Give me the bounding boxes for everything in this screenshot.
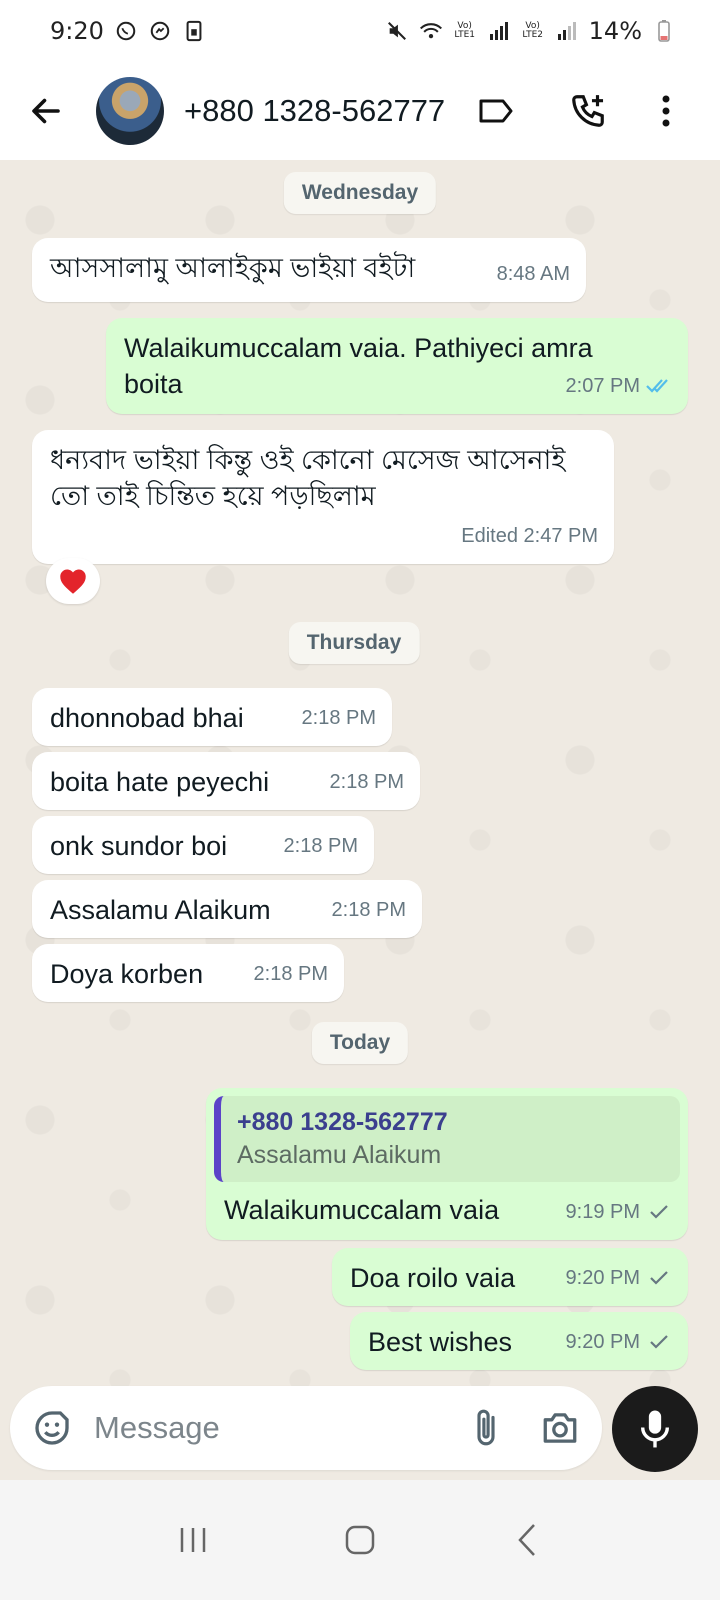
quoted-sender: +880 1328-562777 [237, 1108, 448, 1136]
battery-percent: 14% [588, 17, 642, 45]
messenger-icon [148, 19, 172, 43]
message-time: Edited 2:47 PM [461, 525, 598, 547]
status-time: 9:20 [50, 17, 104, 45]
avatar[interactable] [96, 77, 164, 145]
read-receipt-icon [646, 379, 668, 393]
emoji-sticker-icon [35, 1411, 69, 1445]
whatsapp-icon [114, 19, 138, 43]
message-reaction[interactable] [46, 558, 100, 604]
message-input[interactable] [94, 1410, 460, 1446]
message-text: ধন্যবাদ ভাইয়া কিন্তু ওই কোনো মেসেজ আসেন… [50, 445, 566, 511]
heart-icon [60, 569, 86, 594]
sent-tick-icon [650, 1335, 668, 1349]
incoming-message[interactable]: ধন্যবাদ ভাইয়া কিন্তু ওই কোনো মেসেজ আসেন… [32, 430, 614, 564]
mic-icon [641, 1410, 669, 1448]
incoming-message[interactable]: আসসালামু আলাইকুম ভাইয়া বইটা 8:48 AM [32, 238, 586, 302]
sent-tick-icon [650, 1205, 668, 1219]
day-separator-today: Today [311, 1022, 409, 1064]
chat-area[interactable]: Wednesday আসসালামু আলাইকুম ভাইয়া বইটা 8… [0, 160, 720, 1410]
attach-button[interactable] [460, 1402, 512, 1454]
signal-icon [487, 19, 511, 43]
lte1-label: Vo) LTE1 [454, 21, 475, 40]
message-time: 2:18 PM [331, 899, 406, 921]
contact-name[interactable]: +880 1328-562777 [184, 93, 445, 129]
recent-apps-icon [181, 1528, 206, 1552]
message-time: 2:18 PM [253, 963, 328, 985]
outgoing-message[interactable]: Best wishes 9:20 PM [350, 1312, 688, 1370]
back-button[interactable] [14, 79, 78, 143]
more-options-icon [662, 95, 670, 127]
outgoing-message[interactable]: Doa roilo vaia 9:20 PM [332, 1248, 688, 1306]
signal-icon [555, 19, 579, 43]
home-icon [345, 1525, 375, 1555]
message-time: 9:19 PM [566, 1194, 672, 1230]
more-options-button[interactable] [634, 79, 698, 143]
message-time: 9:20 PM [566, 1260, 672, 1296]
quoted-message[interactable]: +880 1328-562777 Assalamu Alaikum [214, 1096, 680, 1182]
outgoing-message[interactable]: +880 1328-562777 Assalamu Alaikum Walaik… [206, 1088, 688, 1240]
lte2-label: Vo) LTE2 [522, 21, 543, 40]
day-separator-wednesday: Wednesday [283, 172, 437, 214]
nav-back-button[interactable] [487, 1500, 567, 1580]
battery-icon [652, 19, 676, 43]
message-time: 2:18 PM [329, 771, 404, 793]
add-call-button[interactable] [556, 79, 620, 143]
status-bar: 9:20 Vo) LTE1 Vo) LTE2 14% [0, 0, 720, 62]
label-button[interactable] [464, 79, 528, 143]
sim-icon [182, 19, 206, 43]
mute-icon [385, 19, 409, 43]
incoming-message[interactable]: onk sundor boi 2:18 PM [32, 816, 374, 874]
add-call-icon [572, 95, 604, 127]
incoming-message[interactable]: Doya korben 2:18 PM [32, 944, 344, 1002]
incoming-message[interactable]: dhonnobad bhai 2:18 PM [32, 688, 392, 746]
chat-header: +880 1328-562777 [0, 62, 720, 160]
message-time: 2:18 PM [283, 835, 358, 857]
label-icon [479, 99, 513, 123]
outgoing-message[interactable]: Walaikumuccalam vaia. Pathiyeci amra boi… [106, 318, 688, 414]
recent-apps-button[interactable] [153, 1500, 233, 1580]
message-time: 2:18 PM [301, 707, 376, 729]
incoming-message[interactable]: boita hate peyechi 2:18 PM [32, 752, 420, 810]
back-arrow-icon [32, 98, 60, 124]
camera-button[interactable] [534, 1402, 586, 1454]
message-composer [10, 1386, 602, 1470]
voice-record-button[interactable] [612, 1386, 698, 1472]
sent-tick-icon [650, 1271, 668, 1285]
home-button[interactable] [320, 1500, 400, 1580]
emoji-button[interactable] [26, 1402, 78, 1454]
message-time: 8:48 AM [496, 263, 570, 285]
message-text: আসসালামু আলাইকুম ভাইয়া বইটা [50, 253, 416, 283]
message-time: 9:20 PM [566, 1324, 672, 1360]
message-time: 2:07 PM [566, 368, 672, 404]
incoming-message[interactable]: Assalamu Alaikum 2:18 PM [32, 880, 422, 938]
camera-icon [543, 1413, 577, 1443]
attach-icon [477, 1409, 495, 1446]
day-separator-thursday: Thursday [288, 622, 420, 664]
nav-back-icon [517, 1524, 535, 1556]
wifi-icon [419, 19, 443, 43]
quoted-text: Assalamu Alaikum [237, 1141, 442, 1169]
system-nav-bar [0, 1480, 720, 1600]
